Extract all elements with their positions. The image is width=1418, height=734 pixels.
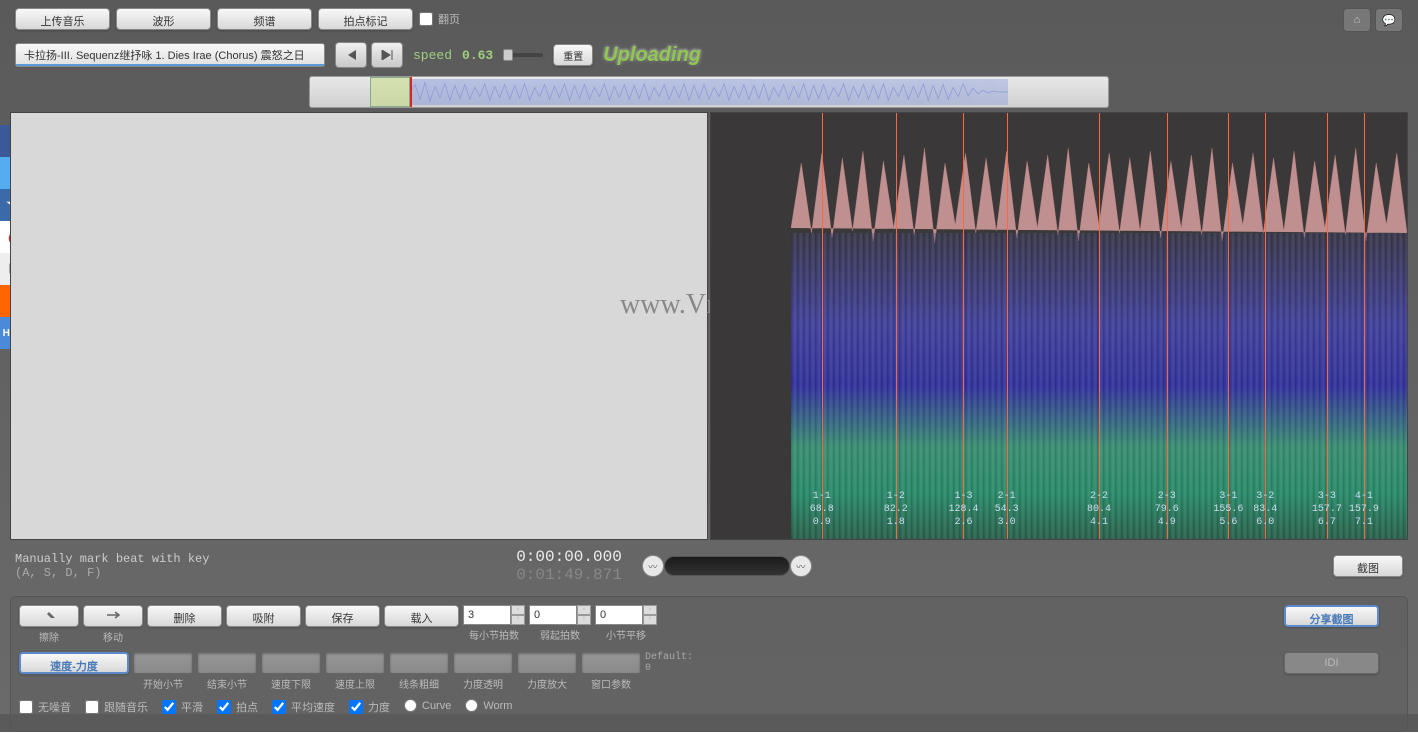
move-label: 移动 (103, 629, 123, 644)
beat-line[interactable] (1265, 113, 1266, 539)
beat-label: 2-154.33.0 (995, 490, 1019, 529)
beat-line[interactable] (963, 113, 964, 539)
minimap[interactable] (309, 76, 1109, 108)
spectrum-button[interactable]: 频谱 (217, 8, 312, 30)
corner-icons: ⌂ 💬 (1343, 8, 1403, 32)
spinner-up[interactable]: ▲ (643, 605, 657, 615)
start-bar-input[interactable] (133, 652, 193, 674)
spectrogram-waveform: 1-168.80.9 1-282.21.8 1-3128.42.6 2-154.33.… (791, 113, 1407, 539)
tempo-dynamics-button[interactable]: 速度-力度 (19, 652, 129, 674)
home-icon[interactable]: ⌂ (1343, 8, 1371, 32)
pickup-beats-input[interactable] (529, 605, 577, 625)
snap-button[interactable]: 吸附 (226, 605, 301, 627)
spinner-down[interactable]: ▼ (511, 615, 525, 625)
tempo-high-input[interactable] (325, 652, 385, 674)
smooth-checkbox[interactable]: 平滑 (162, 699, 203, 715)
beat-label: 1-3128.42.6 (948, 490, 978, 529)
avg-tempo-checkbox[interactable]: 平均速度 (272, 699, 335, 715)
end-bar-input[interactable] (197, 652, 257, 674)
beat-label: 1-168.80.9 (810, 490, 834, 529)
beat-label: 4-1157.97.1 (1349, 490, 1379, 529)
uploading-status: Uploading (603, 44, 701, 67)
beat-label: 2-379.64.9 (1155, 490, 1179, 529)
beat-line[interactable] (1099, 113, 1100, 539)
jog-right-icon[interactable]: 〰 (790, 555, 812, 577)
speed-slider[interactable] (503, 53, 543, 57)
beat-mark-button[interactable]: 拍点标记 (318, 8, 413, 30)
beat-label: 2-280.44.1 (1087, 490, 1111, 529)
beat-line[interactable] (1228, 113, 1229, 539)
pickup-beats-label: 弱起拍数 (540, 627, 580, 642)
speed-value: 0.63 (462, 48, 493, 63)
time-current: 0:00:00.000 (516, 548, 622, 566)
minimap-selection[interactable] (370, 77, 410, 107)
forum-icon[interactable]: 💬 (1375, 8, 1403, 32)
minimap-cursor[interactable] (410, 76, 412, 108)
main-area: www.Vmus.net 1-168.80.9 1-282.21.8 1-3128.… (10, 112, 1408, 540)
beat-line[interactable] (1007, 113, 1008, 539)
play-button[interactable] (371, 42, 403, 68)
curve-radio[interactable]: Curve (404, 699, 451, 712)
idi-button[interactable]: IDI (1284, 652, 1379, 674)
upload-music-button[interactable]: 上传音乐 (15, 8, 110, 30)
beats-per-bar-label: 每小节拍数 (469, 627, 519, 642)
dyn-zoom-input[interactable] (517, 652, 577, 674)
dyn-alpha-input[interactable] (453, 652, 513, 674)
spinner-down[interactable]: ▼ (643, 615, 657, 625)
track-row: 卡拉扬-III. Sequenz继抒咏 1. Dies Irae (Chorus… (0, 38, 1418, 72)
waveform-button[interactable]: 波形 (116, 8, 211, 30)
delete-button[interactable]: 删除 (147, 605, 222, 627)
beat-checkbox[interactable]: 拍点 (217, 699, 258, 715)
erase-button[interactable] (19, 605, 79, 627)
jog-left-icon[interactable]: 〰 (642, 555, 664, 577)
beat-label: 3-283.46.0 (1253, 490, 1277, 529)
page-flip-checkbox[interactable]: 翻页 (419, 11, 460, 27)
screenshot-button[interactable]: 截图 (1333, 555, 1403, 577)
prev-track-button[interactable] (335, 42, 367, 68)
bar-offset-label: 小节平移 (606, 627, 646, 642)
save-button[interactable]: 保存 (305, 605, 380, 627)
page-flip-label: 翻页 (438, 11, 460, 27)
bar-offset-input[interactable] (595, 605, 643, 625)
beat-label: 1-282.21.8 (884, 490, 908, 529)
minimap-waveform (410, 79, 1008, 105)
worm-radio[interactable]: Worm (465, 699, 512, 712)
tempo-low-input[interactable] (261, 652, 321, 674)
right-panel[interactable]: 1-168.80.9 1-282.21.8 1-3128.42.6 2-154.33.… (710, 112, 1408, 540)
beat-label: 3-3157.76.7 (1312, 490, 1342, 529)
beats-per-bar-input[interactable] (463, 605, 511, 625)
beat-line[interactable] (822, 113, 823, 539)
page-flip-input[interactable] (419, 12, 433, 26)
beat-line[interactable] (1167, 113, 1168, 539)
no-noise-checkbox[interactable]: 无噪音 (19, 699, 71, 715)
left-panel[interactable]: www.Vmus.net (10, 112, 708, 540)
beat-line[interactable] (896, 113, 897, 539)
dynamics-checkbox[interactable]: 力度 (349, 699, 390, 715)
beat-line[interactable] (1327, 113, 1328, 539)
track-title[interactable]: 卡拉扬-III. Sequenz继抒咏 1. Dies Irae (Chorus… (15, 43, 325, 67)
beat-label: 3-1155.65.6 (1213, 490, 1243, 529)
spinner-down[interactable]: ▼ (577, 615, 591, 625)
move-button[interactable] (83, 605, 143, 627)
speed-label: speed (413, 48, 452, 63)
time-total: 0:01:49.871 (516, 566, 622, 584)
erase-label: 擦除 (39, 629, 59, 644)
bottom-controls: 擦除 移动 删除 吸附 保存 载入 ▲▼ 每小节拍数 ▲▼ 弱起拍数 (10, 596, 1408, 732)
top-toolbar: 上传音乐 波形 频谱 拍点标记 翻页 ⌂ 💬 (0, 0, 1418, 38)
hint-line2: (A, S, D, F) (15, 566, 516, 580)
beat-line[interactable] (1364, 113, 1365, 539)
hint-line1: Manually mark beat with key (15, 552, 516, 566)
follow-checkbox[interactable]: 跟随音乐 (85, 699, 148, 715)
load-button[interactable]: 载入 (384, 605, 459, 627)
line-width-input[interactable] (389, 652, 449, 674)
reset-speed-button[interactable]: 重置 (553, 44, 593, 66)
jog-wheel[interactable]: 〰 〰 (642, 553, 812, 579)
share-screenshot-button[interactable]: 分享截图 (1284, 605, 1379, 627)
info-row: Manually mark beat with key (A, S, D, F)… (0, 542, 1418, 590)
spinner-up[interactable]: ▲ (511, 605, 525, 615)
spinner-up[interactable]: ▲ (577, 605, 591, 615)
default-label: Default: 0 (645, 652, 693, 674)
window-params-input[interactable] (581, 652, 641, 674)
